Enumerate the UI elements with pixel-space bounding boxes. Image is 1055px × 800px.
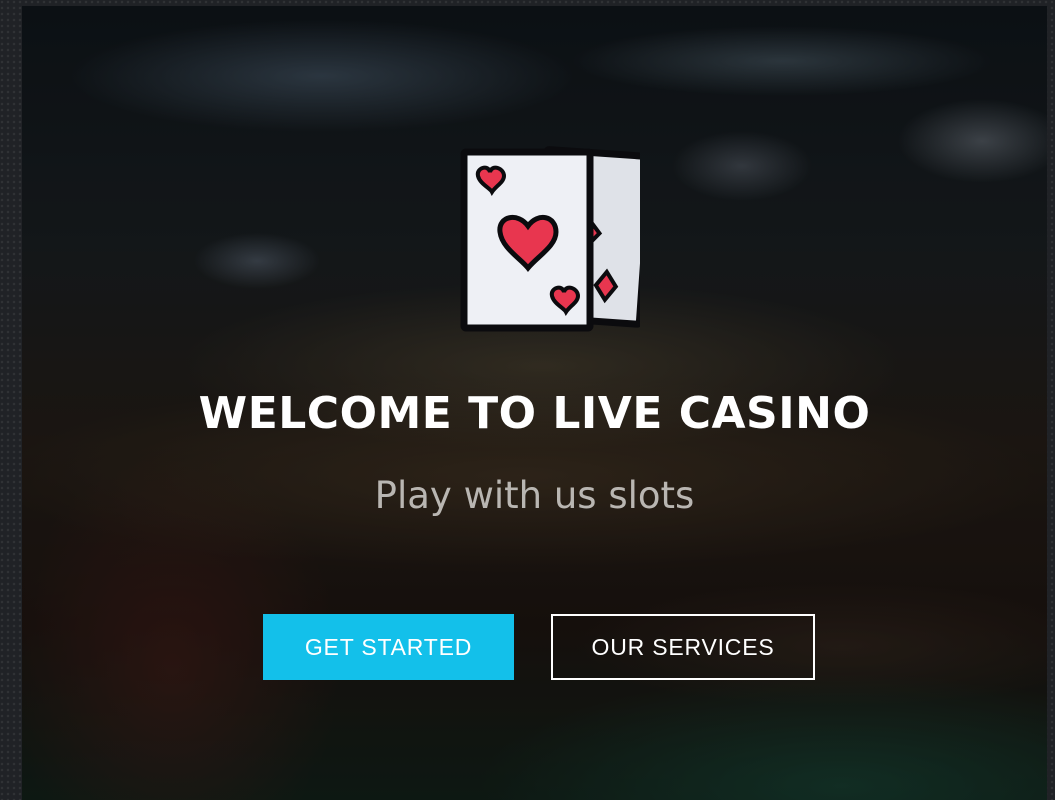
our-services-button[interactable]: OUR SERVICES bbox=[551, 614, 815, 680]
hero-section: WELCOME TO LIVE CASINO Play with us slot… bbox=[22, 6, 1047, 800]
playing-cards-icon bbox=[460, 146, 640, 332]
get-started-button[interactable]: GET STARTED bbox=[263, 614, 514, 680]
page-subtitle: Play with us slots bbox=[374, 474, 695, 517]
page-frame: WELCOME TO LIVE CASINO Play with us slot… bbox=[0, 0, 1055, 800]
hero-content: WELCOME TO LIVE CASINO Play with us slot… bbox=[22, 6, 1047, 800]
page-title: WELCOME TO LIVE CASINO bbox=[198, 388, 871, 439]
